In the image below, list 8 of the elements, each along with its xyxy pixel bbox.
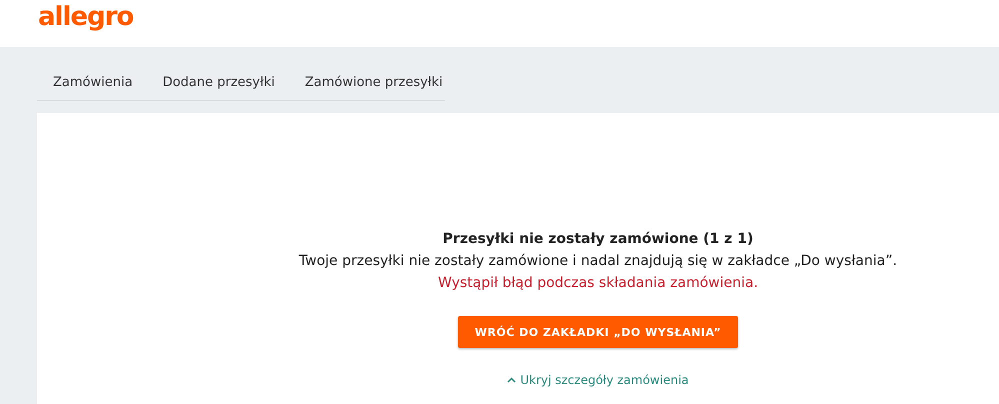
hide-details-link[interactable]: Ukryj szczegóły zamówienia xyxy=(507,373,689,387)
error-message: Wystąpił błąd podczas składania zamówienia. xyxy=(438,274,758,293)
info-message: Twoje przesyłki nie zostały zamówione i nadal znajdują się w zakładce „Do wysłania”. xyxy=(298,252,898,271)
result-title: Przesyłki nie zostały zamówione (1 z 1) xyxy=(442,230,754,249)
chevron-up-icon xyxy=(507,377,516,383)
nav-tab[interactable]: Zamówione przesyłki xyxy=(304,66,473,100)
nav-tab[interactable]: Dodane przesyłki xyxy=(162,66,305,100)
nav-tab[interactable]: Zamówienia xyxy=(53,66,163,100)
